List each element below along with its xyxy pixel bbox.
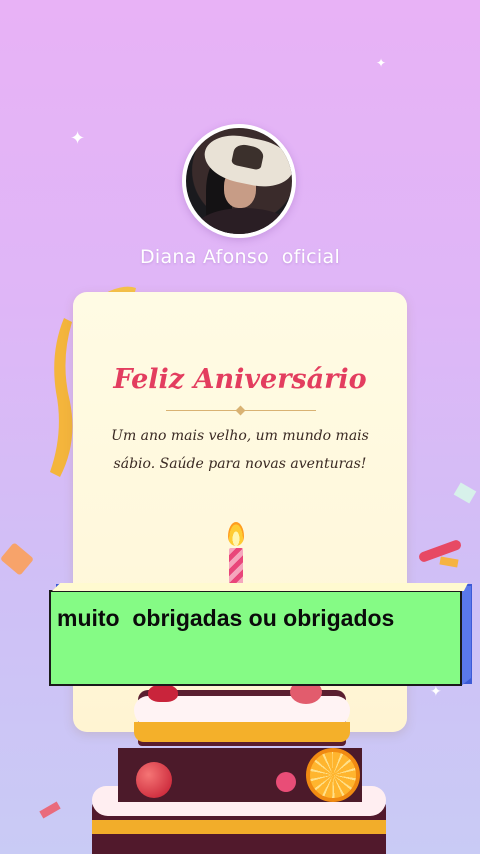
orange-slice-decoration xyxy=(306,748,360,802)
avatar[interactable] xyxy=(182,124,296,238)
sparkle-icon: ✦ xyxy=(430,684,442,700)
profile-name: Diana Afonso oficial xyxy=(139,246,341,268)
cake-band xyxy=(92,820,386,834)
confetti xyxy=(0,542,35,576)
cake-band xyxy=(134,722,350,742)
card-title: Feliz Aniversário xyxy=(113,364,367,395)
sparkle-icon: ✦ xyxy=(376,56,387,70)
title-divider xyxy=(166,410,316,411)
card-message: Um ano mais velho, um mundo mais sábio. … xyxy=(95,422,385,478)
sparkle-icon: ✦ xyxy=(70,128,86,149)
confetti xyxy=(39,801,61,819)
card-message-line: sábio. Saúde para novas aventuras! xyxy=(113,456,367,472)
confetti xyxy=(439,556,459,568)
berry-decoration xyxy=(276,772,296,792)
banner-top-edge xyxy=(52,583,468,591)
confetti xyxy=(453,482,477,504)
candle-icon xyxy=(229,548,243,586)
card-message-line: Um ano mais velho, um mundo mais xyxy=(111,428,369,444)
caption-text: muito obrigadas ou obrigados xyxy=(57,605,395,631)
berry-decoration xyxy=(148,684,178,702)
candle-flame-icon xyxy=(228,522,244,546)
cherry-decoration xyxy=(136,762,172,798)
banner-side xyxy=(461,586,471,686)
